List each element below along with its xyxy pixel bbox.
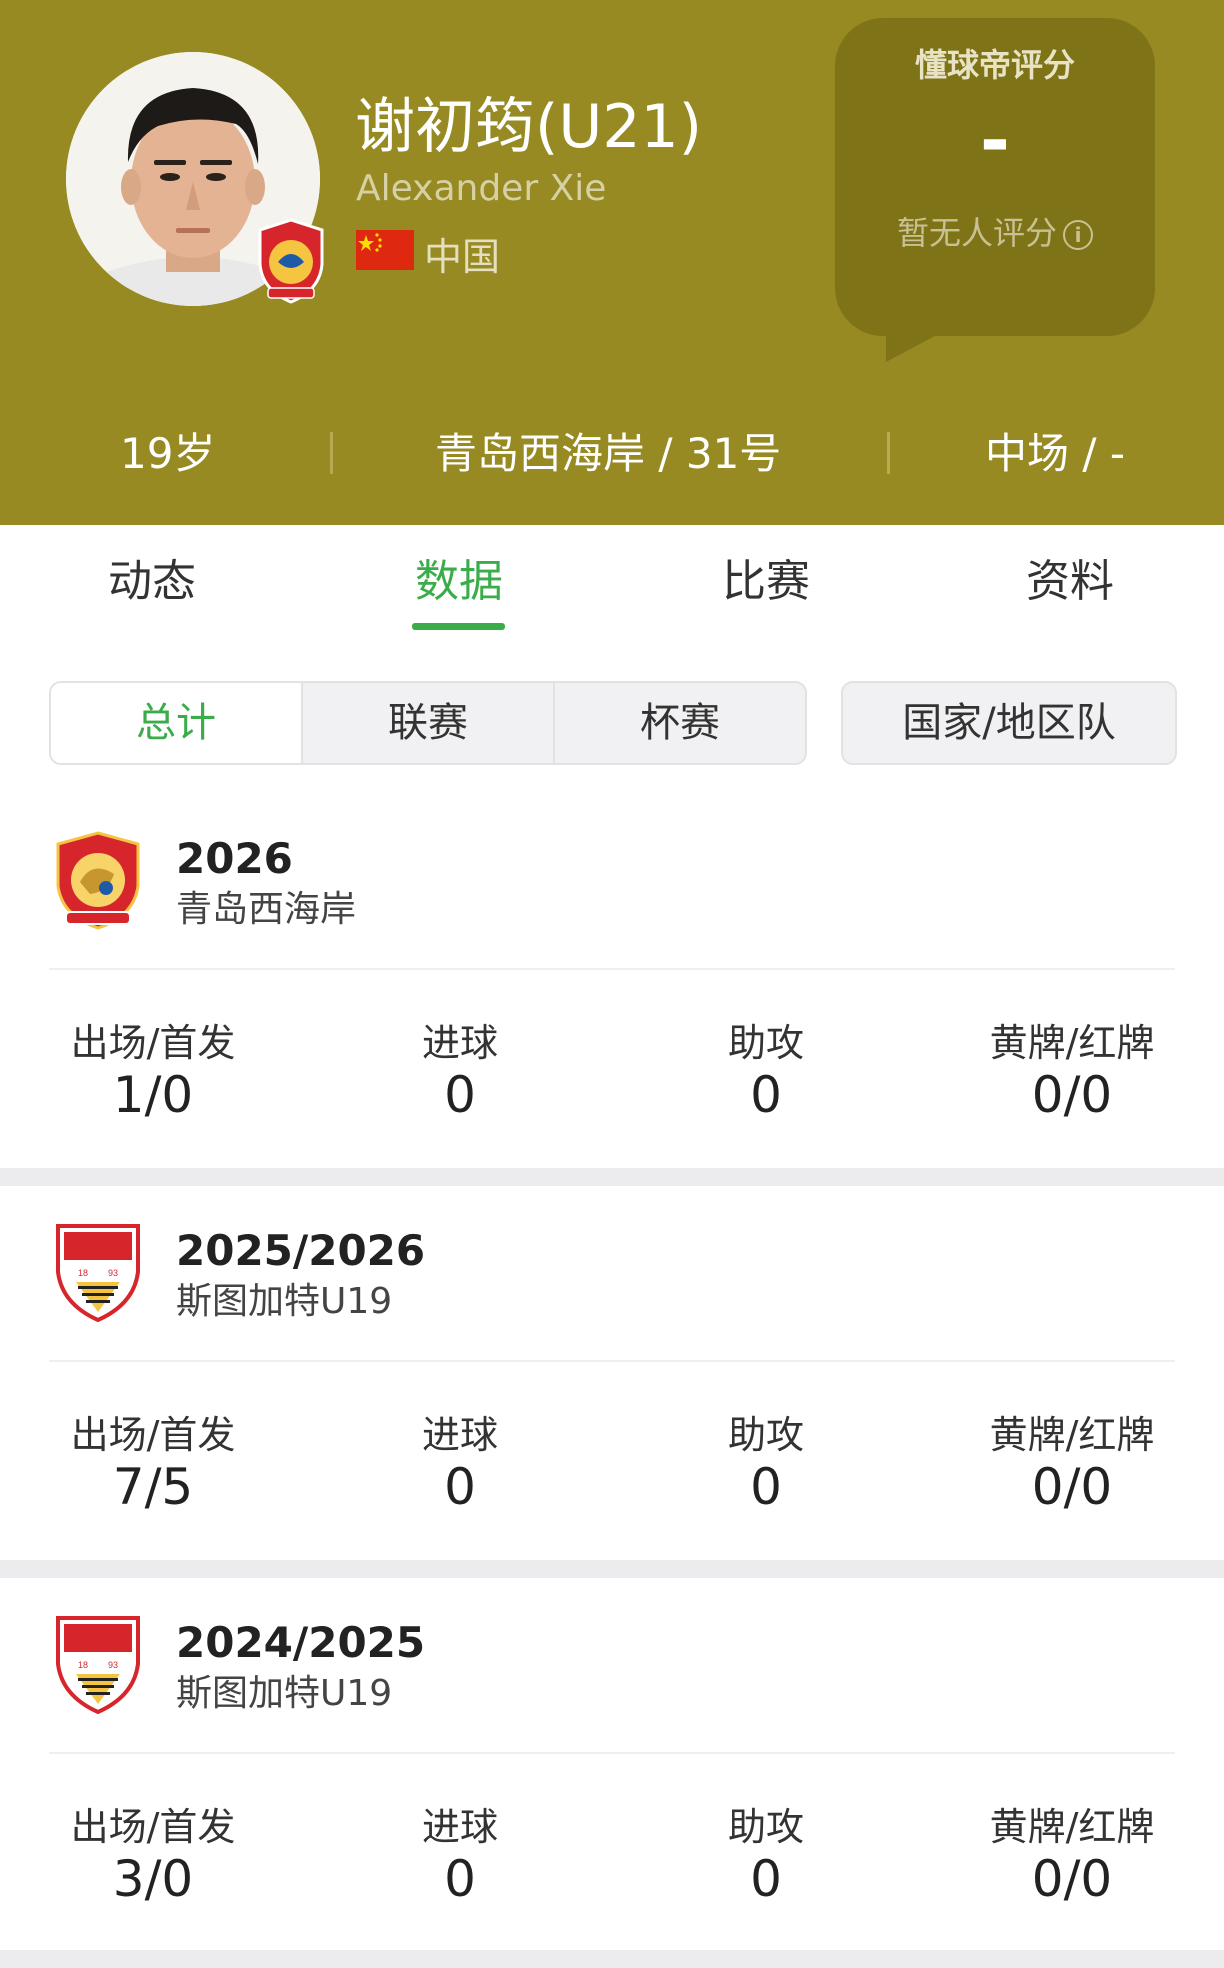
card-divider <box>49 1752 1175 1754</box>
rating-note-row: 暂无人评分 i <box>835 208 1155 254</box>
player-age: 19岁 <box>120 429 216 478</box>
filter-total[interactable]: 总计 <box>51 683 301 763</box>
player-position: 中场 / - <box>985 429 1126 478</box>
season-card[interactable]: 18 93 2024/2025 斯图加特U19 出场/首发 进球 助攻 黄牌/红… <box>0 1578 1224 1948</box>
tab-data[interactable]: 数据 <box>359 545 559 609</box>
player-country: 中国 <box>424 235 501 279</box>
season-card[interactable]: 2026 青岛西海岸 出场/首发 进球 助攻 黄牌/红牌 1/0 0 0 0/0 <box>0 800 1224 1165</box>
filter-national-team[interactable]: 国家/地区队 <box>841 681 1177 765</box>
apps-value: 7/5 <box>112 1458 194 1516</box>
player-english-name: Alexander Xie <box>356 168 607 209</box>
filter-league[interactable]: 联赛 <box>303 683 553 763</box>
apps-value: 3/0 <box>112 1850 194 1908</box>
apps-label: 出场/首发 <box>70 1413 236 1457</box>
apps-label: 出场/首发 <box>70 1021 236 1065</box>
card-divider <box>49 1360 1175 1362</box>
rating-bubble-tail <box>886 330 946 362</box>
cards-label: 黄牌/红牌 <box>989 1021 1155 1065</box>
goals-label: 进球 <box>421 1413 498 1457</box>
cards-label: 黄牌/红牌 <box>989 1805 1155 1849</box>
rating-bubble[interactable]: 懂球帝评分 - 暂无人评分 i <box>835 18 1155 336</box>
season-year: 2025/2026 <box>176 1226 426 1275</box>
player-name: 谢初筠(U21) <box>355 92 703 162</box>
tab-dynamics[interactable]: 动态 <box>52 545 252 609</box>
goals-label: 进球 <box>421 1805 498 1849</box>
assists-label: 助攻 <box>727 1805 804 1849</box>
goals-value: 0 <box>444 1066 476 1124</box>
season-team: 斯图加特U19 <box>176 1281 393 1322</box>
cards-label: 黄牌/红牌 <box>989 1413 1155 1457</box>
tab-profile[interactable]: 资料 <box>970 545 1170 609</box>
tab-matches[interactable]: 比赛 <box>666 545 866 609</box>
cards-value: 0/0 <box>1031 1458 1113 1516</box>
cards-value: 0/0 <box>1031 1066 1113 1124</box>
card-divider <box>49 968 1175 970</box>
rating-value: - <box>980 98 1010 182</box>
assists-value: 0 <box>750 1066 782 1124</box>
qingdao-west-coast-logo-icon <box>56 831 140 930</box>
svg-text:18: 18 <box>78 1268 88 1278</box>
vfb-stuttgart-logo-icon: 18 93 <box>56 1224 140 1322</box>
info-icon[interactable]: i <box>1063 220 1093 250</box>
apps-value: 1/0 <box>112 1066 194 1124</box>
main-tabs: 动态 数据 比赛 资料 <box>0 525 1224 640</box>
club-badge-icon <box>258 218 324 304</box>
section-separator <box>0 1560 1224 1578</box>
apps-label: 出场/首发 <box>70 1805 236 1849</box>
assists-value: 0 <box>750 1850 782 1908</box>
divider <box>887 432 890 474</box>
goals-value: 0 <box>444 1458 476 1516</box>
vfb-stuttgart-logo-icon: 18 93 <box>56 1616 140 1714</box>
section-separator <box>0 1168 1224 1186</box>
rating-title: 懂球帝评分 <box>914 46 1075 84</box>
divider <box>330 432 333 474</box>
assists-value: 0 <box>750 1458 782 1516</box>
season-year: 2026 <box>176 834 293 883</box>
stats-filter-segment: 总计 联赛 杯赛 <box>49 681 807 765</box>
season-card[interactable]: 18 93 2025/2026 斯图加特U19 出场/首发 进球 助攻 黄牌/红… <box>0 1186 1224 1558</box>
player-club-number[interactable]: 青岛西海岸 / 31号 <box>435 420 781 481</box>
rating-note: 暂无人评分 <box>896 214 1057 252</box>
cards-value: 0/0 <box>1031 1850 1113 1908</box>
goals-label: 进球 <box>421 1021 498 1065</box>
assists-label: 助攻 <box>727 1413 804 1457</box>
svg-text:93: 93 <box>108 1660 118 1670</box>
svg-text:93: 93 <box>108 1268 118 1278</box>
season-year: 2024/2025 <box>176 1618 426 1667</box>
assists-label: 助攻 <box>727 1021 804 1065</box>
china-flag-icon <box>356 230 414 270</box>
section-separator <box>0 1950 1224 1968</box>
season-team: 青岛西海岸 <box>176 889 357 930</box>
player-info-row: 19岁 青岛西海岸 / 31号 中场 / - <box>0 420 1224 490</box>
svg-text:18: 18 <box>78 1660 88 1670</box>
season-team: 斯图加特U19 <box>176 1673 393 1714</box>
filter-cup[interactable]: 杯赛 <box>555 683 805 763</box>
active-tab-indicator <box>412 623 505 630</box>
goals-value: 0 <box>444 1850 476 1908</box>
player-header: 谢初筠(U21) Alexander Xie 中国 懂球帝评分 - 暂无人评分 i… <box>0 0 1224 525</box>
